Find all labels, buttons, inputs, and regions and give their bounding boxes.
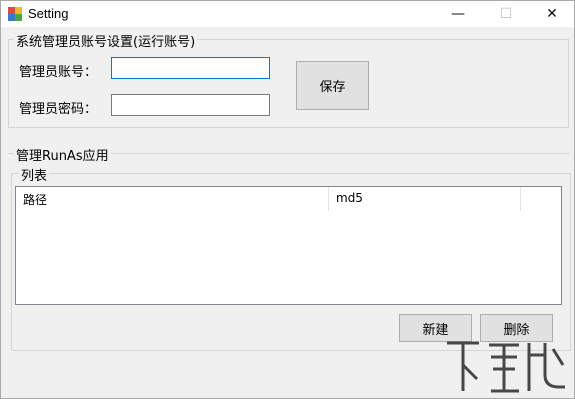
window-title: Setting — [28, 6, 69, 21]
admin-group-caption: 系统管理员账号设置(运行账号) — [14, 31, 198, 50]
maximize-button[interactable]: ☐ — [483, 1, 529, 27]
runas-group-caption: 管理RunAs应用 — [14, 145, 111, 164]
app-icon — [8, 7, 22, 21]
runas-list[interactable]: 路径 md5 — [15, 186, 562, 305]
minimize-icon: — — [451, 6, 465, 22]
account-label: 管理员账号： — [19, 65, 98, 80]
close-button[interactable]: ✕ — [529, 1, 575, 27]
minimize-button[interactable]: — — [435, 1, 481, 27]
maximize-icon: ☐ — [499, 6, 513, 22]
password-input[interactable] — [111, 94, 270, 116]
close-icon: ✕ — [546, 6, 558, 22]
column-header-path[interactable]: 路径 — [16, 187, 329, 211]
password-label: 管理员密码： — [19, 102, 98, 117]
list-group-caption: 列表 — [19, 165, 50, 184]
account-input[interactable] — [111, 57, 270, 79]
save-button[interactable]: 保存 — [296, 61, 369, 110]
column-header-md5[interactable]: md5 — [329, 187, 521, 211]
setting-window: Setting — ☐ ✕ 系统管理员账号设置(运行账号) 管理员账号： 管理员… — [0, 0, 575, 399]
title-bar[interactable]: Setting — ☐ ✕ — [1, 1, 574, 27]
watermark-logo — [447, 341, 565, 393]
